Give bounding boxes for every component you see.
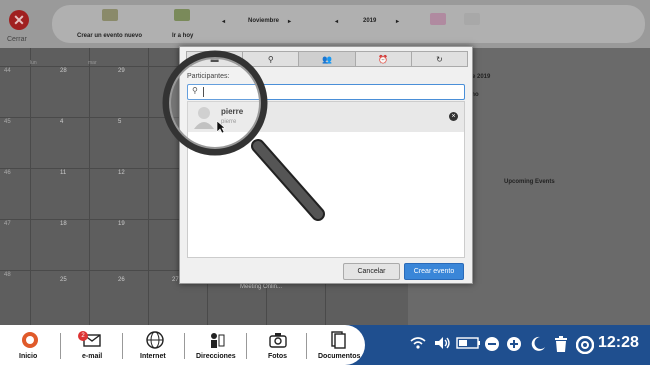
forward-icon[interactable] bbox=[430, 13, 446, 25]
home-icon bbox=[22, 332, 38, 348]
create-event-button[interactable]: Crear un evento nuevo bbox=[77, 33, 142, 39]
volume-icon[interactable] bbox=[434, 336, 452, 353]
week-number: 46 bbox=[4, 170, 11, 176]
week-number: 44 bbox=[4, 68, 11, 74]
app-documentos[interactable]: Documentos bbox=[318, 325, 361, 365]
close-label[interactable]: Cerrar bbox=[7, 36, 27, 43]
weekday-header: mar bbox=[88, 60, 97, 66]
battery-icon bbox=[456, 336, 482, 353]
next-year-button[interactable]: ▸ bbox=[396, 18, 399, 25]
cancel-button[interactable]: Cancelar bbox=[343, 263, 400, 280]
week-number: 47 bbox=[4, 221, 11, 227]
today-button[interactable]: Ir a hoy bbox=[172, 33, 193, 39]
app-internet[interactable]: Internet bbox=[140, 325, 170, 365]
upcoming-events-header: Upcoming Events bbox=[504, 179, 555, 185]
day-number[interactable]: 5 bbox=[118, 119, 121, 125]
clock: 12:28 bbox=[598, 334, 639, 351]
event-entry[interactable]: Meeting Onlin... bbox=[240, 284, 282, 290]
create-event-button[interactable]: Crear evento bbox=[404, 263, 464, 280]
top-toolbar: ✕ Cerrar Crear un evento nuevo Ir a hoy … bbox=[0, 0, 650, 48]
app-label: Direcciones bbox=[196, 353, 236, 360]
mouse-cursor-icon bbox=[216, 120, 226, 134]
remove-icon[interactable]: × bbox=[449, 112, 458, 121]
contacts-icon bbox=[211, 333, 225, 348]
today-icon[interactable] bbox=[174, 9, 190, 21]
taskbar: Inicio e-mail Internet Direcciones Fotos… bbox=[0, 325, 650, 365]
trash-icon[interactable] bbox=[554, 336, 568, 355]
toolbar-panel: Crear un evento nuevo Ir a hoy ◂ Noviemb… bbox=[52, 5, 645, 43]
app-inicio[interactable]: Inicio bbox=[18, 325, 42, 365]
documents-icon bbox=[331, 331, 346, 349]
create-event-icon[interactable] bbox=[102, 9, 118, 21]
close-icon[interactable]: ✕ bbox=[9, 10, 29, 30]
month-label: Noviembre bbox=[248, 18, 280, 24]
settings-icon[interactable] bbox=[464, 13, 480, 25]
email-badge: 2 bbox=[78, 331, 88, 341]
app-direcciones[interactable]: Direcciones bbox=[196, 325, 236, 365]
week-number: 48 bbox=[4, 272, 11, 278]
day-number[interactable]: 12 bbox=[118, 170, 125, 176]
app-fotos[interactable]: Fotos bbox=[266, 325, 290, 365]
day-number[interactable]: 29 bbox=[118, 68, 125, 74]
moon-icon[interactable] bbox=[530, 336, 546, 355]
wifi-icon[interactable] bbox=[410, 336, 426, 353]
day-number[interactable]: 18 bbox=[60, 221, 67, 227]
day-number[interactable]: 28 bbox=[60, 68, 67, 74]
tab-repeat[interactable]: ↻ bbox=[412, 52, 467, 66]
week-number: 45 bbox=[4, 119, 11, 125]
day-number[interactable]: 19 bbox=[118, 221, 125, 227]
zoom-out-icon[interactable] bbox=[484, 336, 500, 355]
weekday-header: lun bbox=[30, 60, 37, 66]
app-label: Inicio bbox=[19, 353, 38, 360]
next-month-button[interactable]: ▸ bbox=[288, 18, 291, 25]
day-number[interactable]: 27 bbox=[172, 277, 179, 283]
tab-reminder[interactable]: ⏰ bbox=[356, 52, 412, 66]
zoom-in-icon[interactable] bbox=[506, 336, 522, 355]
day-number[interactable]: 11 bbox=[60, 170, 66, 176]
day-number[interactable]: 25 bbox=[60, 277, 67, 283]
day-number[interactable]: 26 bbox=[118, 277, 125, 283]
help-icon[interactable] bbox=[575, 335, 595, 357]
app-dock: Inicio e-mail Internet Direcciones Fotos… bbox=[0, 325, 365, 365]
app-label: e-mail bbox=[82, 353, 103, 360]
app-label: Internet bbox=[140, 353, 166, 360]
app-label: Fotos bbox=[268, 353, 288, 360]
app-label: Documentos bbox=[318, 353, 361, 360]
globe-icon bbox=[146, 331, 164, 349]
year-label: 2019 bbox=[363, 18, 377, 24]
prev-year-button[interactable]: ◂ bbox=[335, 18, 338, 25]
prev-month-button[interactable]: ◂ bbox=[222, 18, 225, 25]
camera-icon bbox=[269, 333, 287, 348]
magnifier-icon bbox=[162, 50, 325, 221]
day-number[interactable]: 4 bbox=[60, 119, 63, 125]
